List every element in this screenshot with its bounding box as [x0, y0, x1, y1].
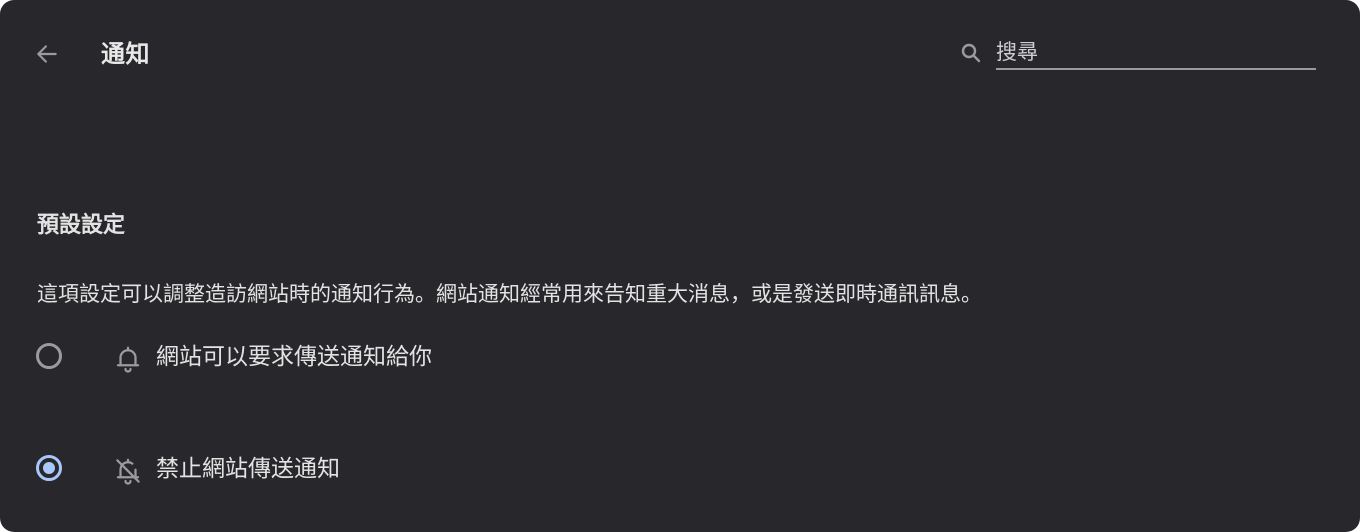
option-label-allow: 網站可以要求傳送通知給你 — [156, 344, 432, 370]
option-allow-notifications[interactable]: 網站可以要求傳送通知給你 — [30, 334, 1320, 384]
option-label-block: 禁止網站傳送通知 — [156, 456, 340, 482]
search-icon[interactable] — [959, 41, 983, 65]
page-title: 通知 — [101, 40, 150, 68]
section-title: 預設設定 — [37, 213, 126, 238]
section-description: 這項設定可以調整造訪網站時的通知行為。網站通知經常用來告知重大消息，或是發送即時… — [37, 282, 982, 306]
arrow-left-icon — [37, 45, 57, 63]
radio-allow[interactable] — [36, 343, 62, 369]
option-block-notifications[interactable]: 禁止網站傳送通知 — [30, 446, 1320, 496]
back-button[interactable] — [28, 36, 66, 72]
bell-off-icon — [116, 458, 140, 485]
radio-block[interactable] — [36, 455, 62, 481]
search-input[interactable] — [996, 36, 1316, 70]
settings-window: 通知 預設設定 這項設定可以調整造訪網站時的通知行為。網站通知經常用來告知重大消… — [0, 0, 1360, 532]
search-box — [955, 36, 1317, 70]
bell-icon — [116, 346, 140, 373]
